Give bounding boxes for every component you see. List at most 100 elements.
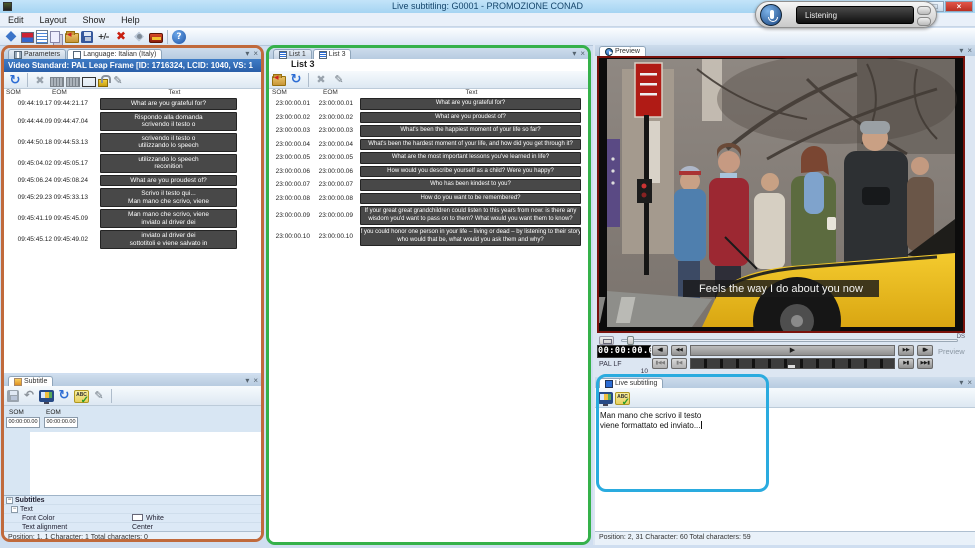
table-row[interactable]: 23:00:00.04 23:00:00.04 What's been the … bbox=[269, 138, 588, 152]
som-column-header[interactable]: SOM bbox=[4, 89, 52, 97]
table-row[interactable]: 09:44:50.18 09:44:53.13 scrivendo il tes… bbox=[4, 132, 261, 153]
collapse-icon[interactable]: − bbox=[6, 497, 13, 504]
to-end-button[interactable]: ▶▶▮ bbox=[917, 358, 933, 369]
table-row[interactable]: 09:44:44.09 09:44:47.04 Rispondo alla do… bbox=[4, 111, 261, 132]
open-list-icon[interactable] bbox=[36, 30, 48, 44]
subtitle-edit-area[interactable] bbox=[4, 432, 261, 495]
table-row[interactable]: 23:00:00.03 23:00:00.03 What's been the … bbox=[269, 124, 588, 138]
languages-icon[interactable] bbox=[21, 32, 34, 43]
settings-icon[interactable]: ◆ bbox=[131, 29, 147, 44]
microphone-icon[interactable] bbox=[760, 4, 782, 26]
tab-preview[interactable]: Preview bbox=[599, 46, 646, 56]
table-row[interactable]: 23:00:00.07 23:00:00.07 Who has been kin… bbox=[269, 178, 588, 192]
film-list2-icon[interactable] bbox=[66, 77, 80, 87]
clear-icon[interactable]: ✖ bbox=[313, 72, 329, 87]
rewind-button[interactable]: ◀◀ bbox=[671, 345, 687, 356]
tab-list1[interactable]: List 1 bbox=[273, 49, 312, 59]
marker-button[interactable] bbox=[599, 336, 614, 345]
table-row[interactable]: 09:45:04.02 09:45:05.17 utilizzando lo s… bbox=[4, 153, 261, 174]
previous-frame-button[interactable]: ▮◀ bbox=[671, 358, 687, 369]
film-list-icon[interactable] bbox=[50, 77, 64, 87]
menu-item[interactable]: Show bbox=[75, 15, 114, 25]
send-to-air-icon[interactable] bbox=[39, 390, 54, 402]
spellcheck-icon[interactable]: ABC bbox=[615, 392, 630, 405]
tab-list3[interactable]: List 3 bbox=[313, 49, 352, 59]
encoder-icon[interactable] bbox=[149, 33, 163, 43]
send-to-air-icon[interactable] bbox=[598, 392, 613, 404]
table-row[interactable]: 09:45:41.19 09:45:45.09 Man mano che scr… bbox=[4, 208, 261, 229]
table-row[interactable]: 23:00:00.05 23:00:00.05 What are the mos… bbox=[269, 151, 588, 165]
save-icon[interactable] bbox=[81, 31, 93, 43]
menu-item[interactable]: Layout bbox=[32, 15, 75, 25]
copy-icon[interactable] bbox=[50, 31, 60, 43]
seek-slider-thumb[interactable] bbox=[627, 336, 634, 345]
edit-icon[interactable]: ✎ bbox=[110, 73, 126, 88]
panel-dropdown-icon[interactable]: ▾ bbox=[245, 376, 249, 385]
panel-dropdown-icon[interactable]: ▾ bbox=[959, 378, 963, 387]
table-row[interactable]: 23:00:00.10 23:00:00.10 If you could hon… bbox=[269, 226, 588, 247]
table-row[interactable]: 09:45:45.12 09:45:49.02 inviato al drive… bbox=[4, 229, 261, 250]
panel-dropdown-icon[interactable]: ▾ bbox=[572, 49, 576, 58]
import-icon[interactable] bbox=[65, 33, 79, 43]
table-row[interactable]: 09:45:29.23 09:45:33.13 Scrivo il testo … bbox=[4, 187, 261, 208]
table-row[interactable]: 09:45:06.24 09:45:08.24 What are you pro… bbox=[4, 174, 261, 188]
next-frame-button[interactable]: ▶▮ bbox=[898, 358, 914, 369]
close-button[interactable]: × bbox=[945, 1, 973, 12]
panel-close-icon[interactable]: × bbox=[253, 376, 258, 385]
panel-dropdown-icon[interactable]: ▾ bbox=[245, 49, 249, 58]
table-row[interactable]: 23:00:00.08 23:00:00.08 How do you want … bbox=[269, 192, 588, 206]
help-icon[interactable]: ? bbox=[172, 30, 186, 44]
tab-language[interactable]: Language: Italian (Italy) bbox=[67, 49, 162, 59]
text-column-header[interactable]: Text bbox=[88, 89, 261, 97]
undo-icon[interactable]: ↶ bbox=[21, 388, 37, 403]
menu-item[interactable]: Edit bbox=[0, 15, 32, 25]
tab-live-subtitling[interactable]: Live subtitling bbox=[599, 378, 663, 388]
film-color-icon[interactable] bbox=[82, 77, 96, 87]
spellcheck-icon[interactable]: ABC bbox=[74, 390, 89, 403]
panel-close-icon[interactable]: × bbox=[253, 49, 258, 58]
play-button[interactable]: ▶ bbox=[690, 345, 895, 356]
new-icon[interactable]: ◆ bbox=[3, 29, 19, 44]
delete-icon[interactable]: ✖ bbox=[113, 29, 129, 44]
property-value[interactable]: Center bbox=[132, 524, 153, 531]
table-row[interactable]: 23:00:00.02 23:00:00.02 What are you pro… bbox=[269, 111, 588, 125]
save-subtitle-icon[interactable] bbox=[7, 390, 19, 402]
eom-field[interactable]: 00:00:00.00 bbox=[44, 417, 78, 428]
panel-close-icon[interactable]: × bbox=[967, 46, 972, 55]
speech-options-button[interactable] bbox=[917, 6, 931, 15]
lock-icon[interactable] bbox=[98, 79, 108, 87]
menu-item[interactable]: Help bbox=[113, 15, 148, 25]
refresh-icon[interactable]: ↻ bbox=[56, 388, 72, 403]
add-remove-icon[interactable]: +/– bbox=[95, 29, 111, 44]
table-row[interactable]: 09:44:19.17 09:44:21.17 What are you gra… bbox=[4, 97, 261, 111]
jog-shuttle[interactable] bbox=[690, 358, 895, 369]
refresh-icon[interactable]: ↻ bbox=[288, 72, 304, 87]
collapse-icon[interactable]: − bbox=[11, 506, 18, 513]
table-row[interactable]: 23:00:00.01 23:00:00.01 What are you gra… bbox=[269, 97, 588, 111]
property-value[interactable]: White bbox=[132, 514, 164, 522]
table-row[interactable]: 23:00:00.09 23:00:00.09 If your great gr… bbox=[269, 205, 588, 226]
fast-forward-button[interactable]: ▶▶ bbox=[898, 345, 914, 356]
edit-icon[interactable]: ✎ bbox=[331, 72, 347, 87]
step-back-button[interactable]: ◀▮ bbox=[652, 345, 668, 356]
speech-menu-button[interactable] bbox=[917, 17, 931, 26]
eom-column-header[interactable]: EOM bbox=[52, 89, 88, 97]
panel-dropdown-icon[interactable]: ▾ bbox=[959, 46, 963, 55]
eom-column-header[interactable]: EOM bbox=[312, 89, 355, 97]
clear-icon[interactable]: ✖ bbox=[32, 73, 48, 88]
live-text-area[interactable]: Man mano che scrivo il testo viene forma… bbox=[595, 408, 975, 531]
table-row[interactable]: 23:00:00.06 23:00:00.06 How would you de… bbox=[269, 165, 588, 179]
open-icon[interactable] bbox=[272, 76, 286, 86]
som-field[interactable]: 00:00:00.00 bbox=[6, 417, 40, 428]
step-forward-button[interactable]: ▮▶ bbox=[917, 345, 933, 356]
tab-parameters[interactable]: Parameters bbox=[8, 49, 66, 59]
refresh-icon[interactable]: ↻ bbox=[7, 73, 23, 88]
tab-subtitle[interactable]: Subtitle bbox=[8, 376, 53, 386]
som-column-header[interactable]: SOM bbox=[269, 89, 312, 97]
seek-slider-track[interactable] bbox=[621, 339, 958, 342]
panel-close-icon[interactable]: × bbox=[967, 378, 972, 387]
to-start-button[interactable]: ▮◀◀ bbox=[652, 358, 668, 369]
edit-icon[interactable]: ✎ bbox=[91, 388, 107, 403]
text-column-header[interactable]: Text bbox=[355, 89, 588, 97]
panel-close-icon[interactable]: × bbox=[580, 49, 585, 58]
